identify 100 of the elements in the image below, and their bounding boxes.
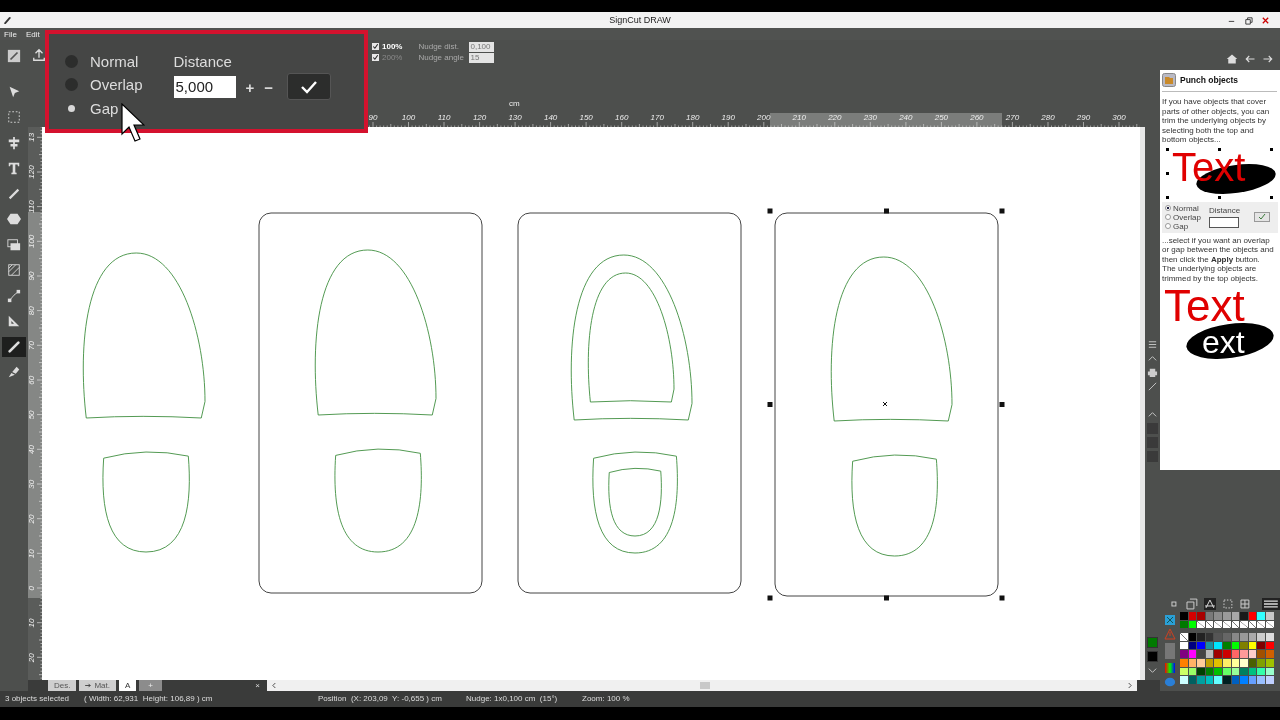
color-swatch[interactable] [1240, 667, 1248, 676]
selection-handle[interactable] [884, 208, 889, 214]
color-swatch[interactable] [1197, 658, 1205, 667]
color-swatch[interactable] [1222, 633, 1231, 641]
color-swatch[interactable] [1188, 676, 1197, 684]
color-swatch[interactable] [1257, 667, 1265, 676]
color-swatch[interactable] [1231, 612, 1240, 620]
color-swatch[interactable] [1231, 658, 1240, 667]
home-icon[interactable] [1226, 53, 1238, 65]
selection-handle[interactable] [767, 595, 773, 601]
color-swatch[interactable] [1180, 650, 1188, 658]
color-swatch[interactable] [1257, 658, 1265, 667]
color-swatch[interactable] [1240, 633, 1248, 641]
heel-outline[interactable] [608, 467, 662, 537]
color-swatch[interactable] [1180, 633, 1188, 641]
color-swatch[interactable] [1197, 612, 1205, 620]
color-swatch[interactable] [1248, 633, 1257, 641]
nudge-input[interactable]: 0,100 [469, 41, 495, 52]
color-swatch[interactable] [1265, 633, 1274, 641]
chevron-down-icon[interactable] [1147, 665, 1158, 676]
color-swatch[interactable] [1180, 641, 1188, 650]
frame-outline[interactable] [258, 212, 483, 594]
color-swatch[interactable] [1214, 633, 1222, 641]
selection-handle[interactable] [767, 208, 773, 214]
color-swatch[interactable] [1214, 650, 1222, 658]
color-swatch[interactable] [1222, 641, 1231, 650]
color-swatch[interactable] [1205, 633, 1214, 641]
horizontal-scrollbar[interactable] [267, 680, 1138, 691]
color-swatch[interactable] [1231, 676, 1240, 684]
color-swatch[interactable] [1240, 612, 1248, 620]
scroll-left-icon[interactable] [272, 682, 278, 689]
color-swatch[interactable] [1188, 620, 1197, 629]
sole-outline[interactable] [587, 272, 675, 403]
color-swatch[interactable] [1240, 641, 1248, 650]
color-swatch[interactable] [1222, 676, 1231, 684]
color-swatch[interactable] [1188, 658, 1197, 667]
color-swatch[interactable] [1188, 667, 1197, 676]
color-swatch[interactable] [1222, 658, 1231, 667]
radio-button[interactable] [65, 54, 78, 68]
color-swatch[interactable] [1180, 658, 1188, 667]
back-arrow-icon[interactable] [1244, 53, 1256, 65]
printer-icon[interactable] [1147, 367, 1158, 378]
close-icon[interactable] [1261, 15, 1270, 25]
color-swatch[interactable] [1265, 650, 1274, 658]
color-swatch[interactable] [1180, 676, 1188, 684]
knife-tool[interactable] [2, 336, 26, 357]
color-swatch[interactable] [1240, 658, 1248, 667]
menu-item[interactable]: Edit [25, 29, 40, 39]
color-swatch[interactable] [1248, 641, 1257, 650]
heel-outline[interactable] [592, 451, 678, 554]
color-swatch[interactable] [1265, 641, 1274, 650]
menu-item[interactable]: File [4, 29, 17, 39]
sole-outline[interactable] [830, 256, 953, 422]
color-swatch[interactable] [1257, 612, 1265, 620]
color-swatch[interactable] [1205, 676, 1214, 684]
selection-handle[interactable] [999, 595, 1005, 601]
color-swatch[interactable] [1205, 612, 1214, 620]
apply-button[interactable] [287, 73, 332, 100]
selection-handle[interactable] [999, 402, 1005, 407]
color-swatch[interactable] [1231, 633, 1240, 641]
radio-label[interactable]: Normal [90, 52, 139, 70]
decrease-button[interactable]: − [264, 78, 274, 96]
vertical-scrollbar[interactable] [1140, 127, 1145, 680]
color-swatch[interactable] [1197, 676, 1205, 684]
nudge-input[interactable]: 15 [469, 52, 495, 63]
selection-handle[interactable] [767, 402, 773, 407]
selection-handle[interactable] [884, 595, 889, 601]
color-swatch[interactable] [1248, 667, 1257, 676]
color-swatch[interactable] [1205, 667, 1214, 676]
scroll-thumb[interactable] [700, 682, 711, 689]
color-swatch[interactable] [1265, 676, 1274, 684]
line-icon[interactable] [1147, 381, 1158, 392]
restore-icon[interactable] [1244, 15, 1253, 25]
chevron-up-icon[interactable] [1147, 353, 1158, 364]
heel-outline[interactable] [851, 454, 938, 557]
current-color-swatch[interactable] [1147, 637, 1158, 648]
copy-icon[interactable] [1185, 598, 1198, 610]
color-swatch[interactable] [1205, 641, 1214, 650]
color-swatch[interactable] [1257, 650, 1265, 658]
color-swatch[interactable] [1214, 658, 1222, 667]
color-swatch[interactable] [1197, 620, 1205, 629]
heel-outline[interactable] [334, 448, 422, 553]
color-swatch[interactable] [1231, 667, 1240, 676]
color-swatch[interactable] [1240, 650, 1248, 658]
color-swatch[interactable] [1205, 658, 1214, 667]
color-swatch[interactable] [1231, 620, 1240, 629]
color-swatch[interactable] [1222, 667, 1231, 676]
color-swatch[interactable] [1205, 650, 1214, 658]
color-swatch[interactable] [1257, 633, 1265, 641]
list-icon[interactable] [1147, 339, 1158, 350]
color-swatch[interactable] [1188, 633, 1197, 641]
color-swatch[interactable] [1180, 620, 1188, 629]
color-swatch[interactable] [1180, 667, 1188, 676]
table-icon[interactable] [1239, 598, 1252, 610]
upload-icon[interactable] [32, 48, 46, 62]
color-swatch[interactable] [1231, 641, 1240, 650]
color-swatch[interactable] [1188, 650, 1197, 658]
color-swatch[interactable] [1205, 620, 1214, 629]
color-gradient-icon[interactable] [1164, 662, 1176, 674]
color-swatch[interactable] [1197, 641, 1205, 650]
